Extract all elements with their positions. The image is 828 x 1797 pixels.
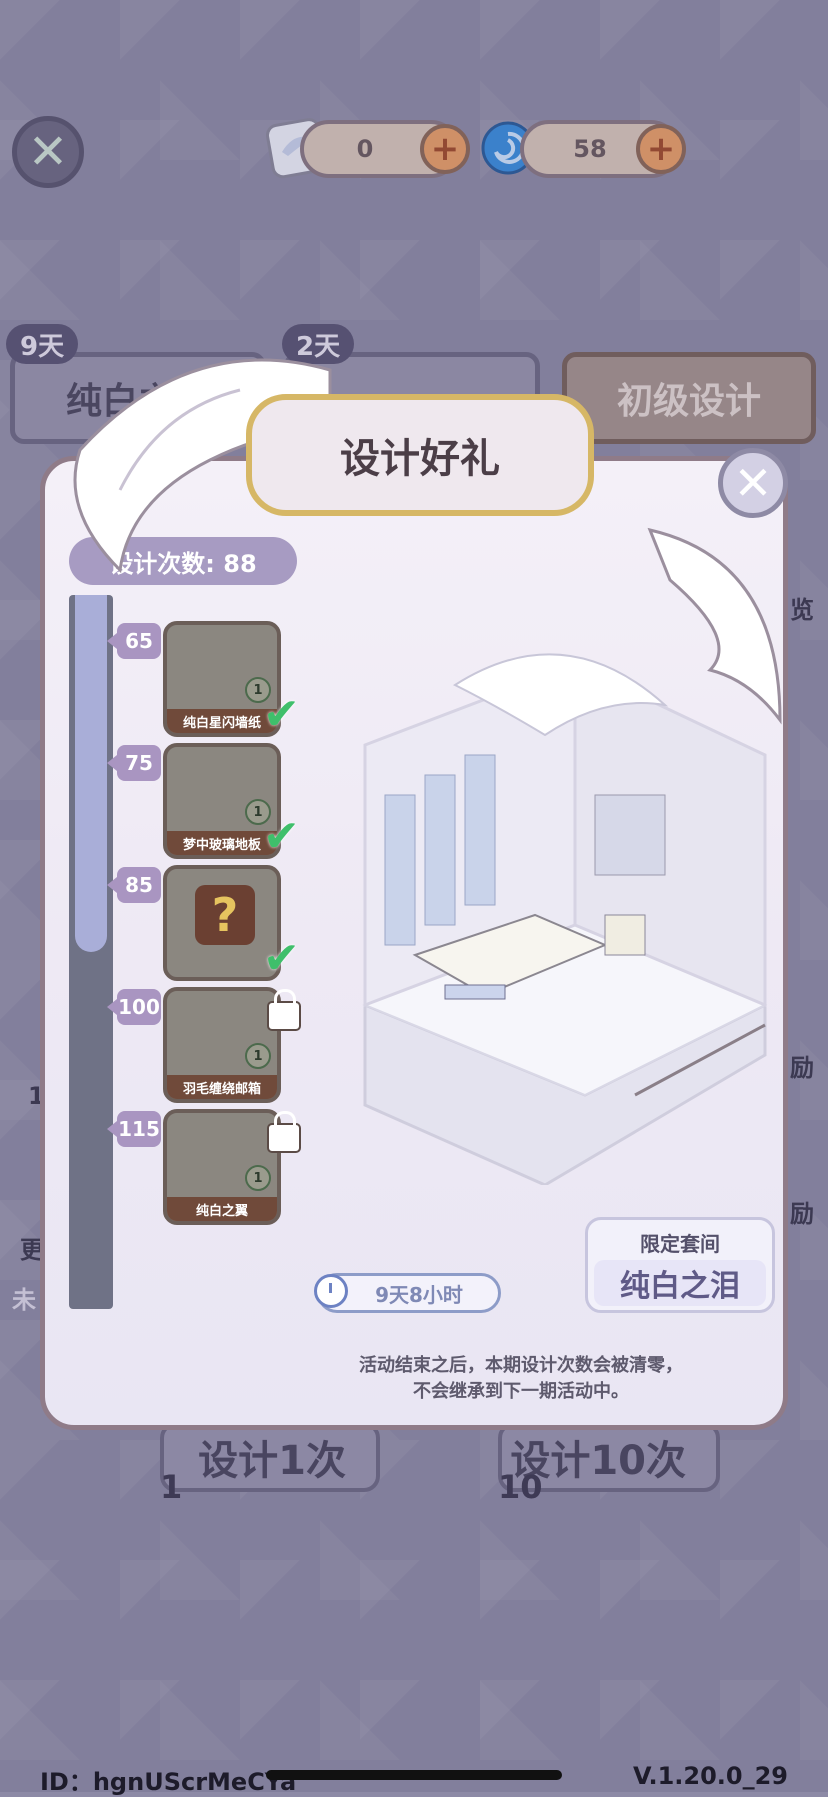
reward-item[interactable]: 1 羽毛缠绕邮箱 <box>163 987 281 1103</box>
close-icon: ✕ <box>733 456 773 510</box>
app-version: V.1.20.0_29 <box>632 1762 788 1790</box>
lock-icon <box>267 989 301 1031</box>
modal-title-text: 设计好礼 <box>340 436 500 482</box>
milestone-badge: 115 <box>107 1111 161 1147</box>
event-timer: 9天8小时 <box>314 1273 501 1313</box>
lock-icon <box>267 1111 301 1153</box>
wing-decoration <box>640 520 790 820</box>
modal-title: 设计好礼 <box>246 394 594 516</box>
reward-label: 纯白星闪墙纸 <box>167 709 277 733</box>
mystery-box-icon: ? <box>195 885 255 945</box>
progress-fill <box>75 595 107 952</box>
suite-title: 限定套间 <box>640 1232 720 1256</box>
milestone-badge: 100 <box>107 989 161 1025</box>
notice-line: 不会继承到下一期活动中。 <box>413 1381 629 1402</box>
milestone-badge: 85 <box>107 867 161 903</box>
claimed-check-icon: ✔ <box>263 811 300 862</box>
claimed-check-icon: ✔ <box>263 933 300 984</box>
milestone-badge: 65 <box>107 623 161 659</box>
reset-notice: 活动结束之后，本期设计次数会被清零， 不会继承到下一期活动中。 <box>301 1353 741 1405</box>
timer-text: 9天8小时 <box>375 1282 463 1307</box>
home-indicator[interactable] <box>266 1770 562 1780</box>
reward-quantity: 1 <box>245 1043 271 1069</box>
reward-label: 羽毛缠绕邮箱 <box>167 1075 277 1099</box>
milestone-badge: 75 <box>107 745 161 781</box>
modal-close-button[interactable]: ✕ <box>718 448 788 518</box>
progress-track <box>69 595 113 1309</box>
clock-icon <box>314 1274 348 1308</box>
suite-name: 纯白之泪 <box>594 1260 766 1306</box>
reward-label: 梦中玻璃地板 <box>167 831 277 855</box>
reward-item[interactable]: 1 纯白之翼 <box>163 1109 281 1225</box>
reward-quantity: 1 <box>245 1165 271 1191</box>
reward-label: 纯白之翼 <box>167 1197 277 1221</box>
notice-line: 活动结束之后，本期设计次数会被清零， <box>359 1355 683 1376</box>
claimed-check-icon: ✔ <box>263 689 300 740</box>
limited-suite-card[interactable]: 限定套间 纯白之泪 <box>585 1217 775 1313</box>
